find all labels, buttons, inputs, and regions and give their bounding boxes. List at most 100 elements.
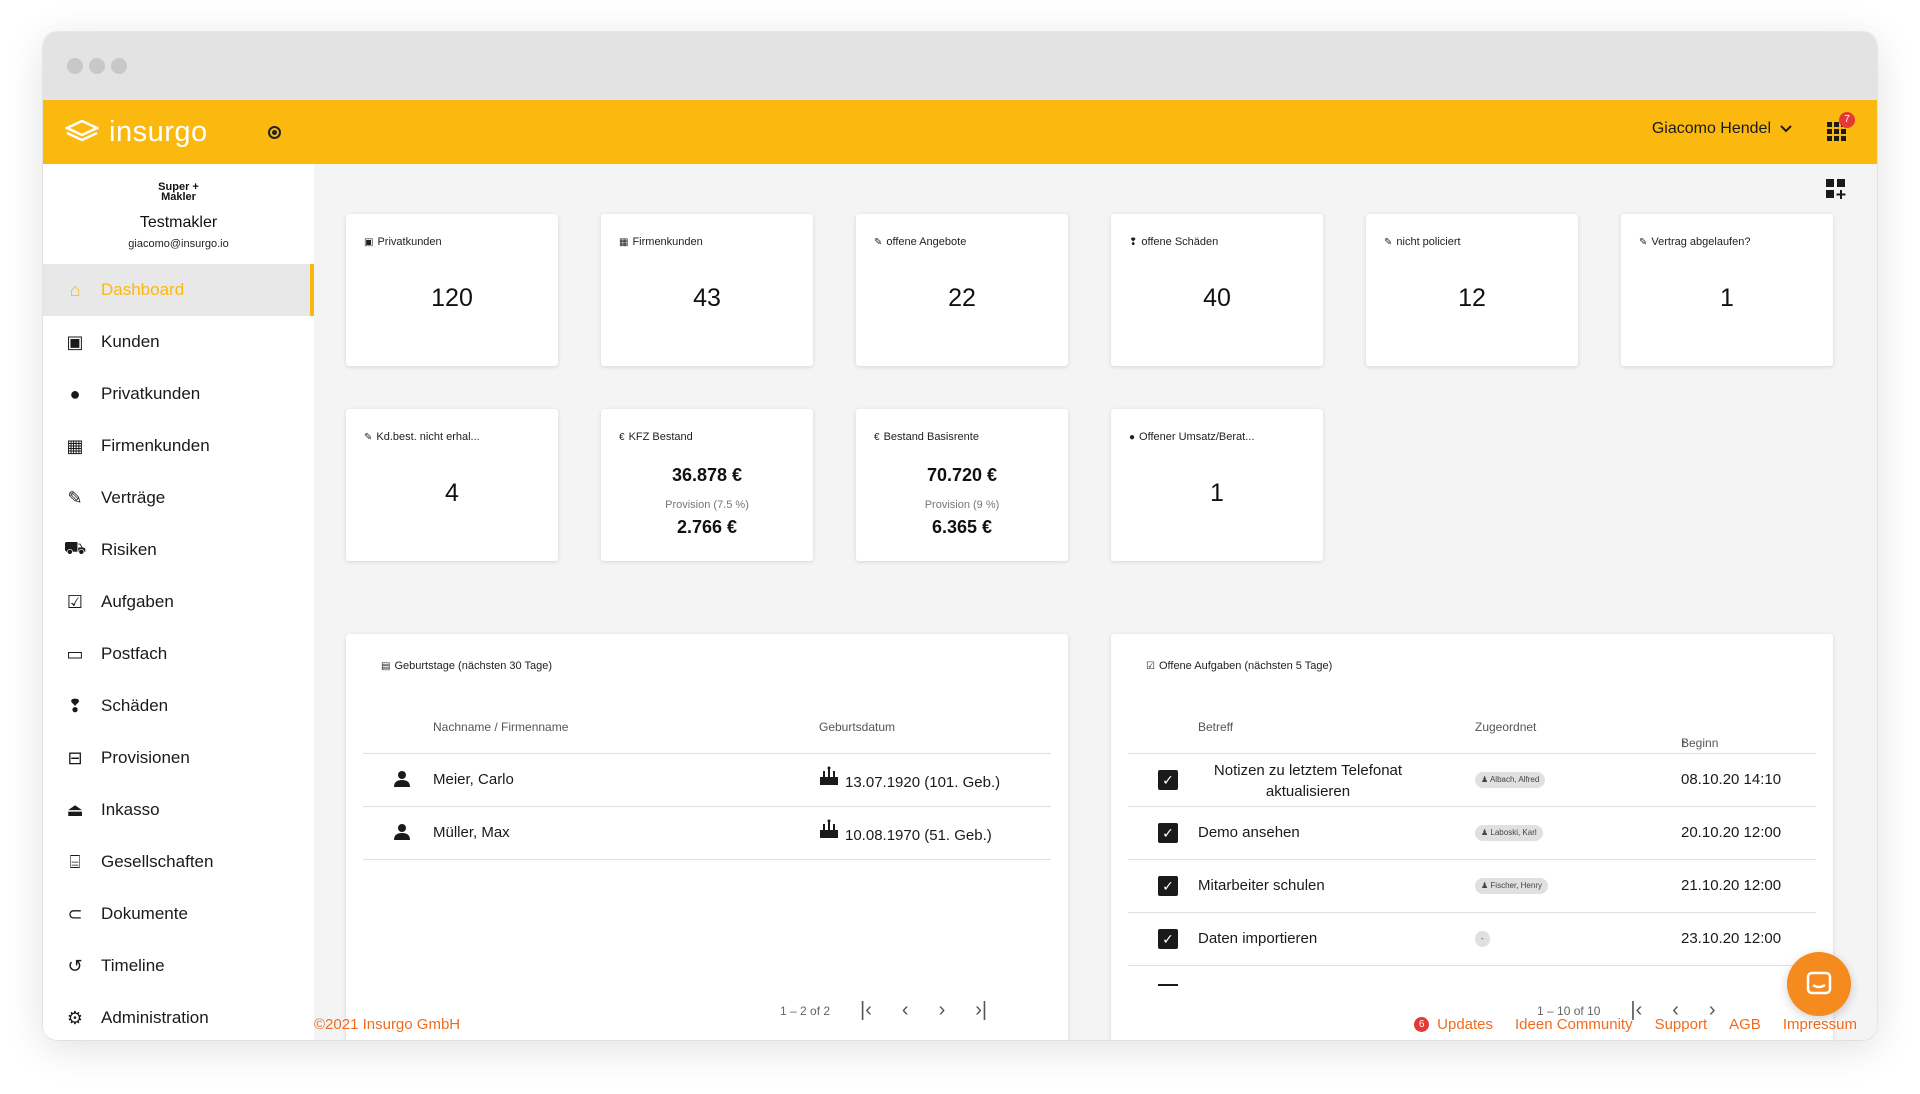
sidebar-item-inkasso[interactable]: ⏏ Inkasso xyxy=(43,784,314,836)
stat-card-offener-umsatz[interactable]: ● Offener Umsatz/Berat... 1 xyxy=(1111,409,1323,561)
sidebar-item-risiken[interactable]: ⛟ Risiken xyxy=(43,524,314,576)
user-menu[interactable]: Giacomo Hendel xyxy=(1652,120,1793,138)
sidebar-item-vertraege[interactable]: ✎ Verträge xyxy=(43,472,314,524)
stat-card-offene-schaeden[interactable]: ❢ offene Schäden 40 xyxy=(1111,214,1323,366)
home-icon: ⌂ xyxy=(69,279,81,300)
person-icon xyxy=(394,824,410,840)
stat-value: 40 xyxy=(1203,284,1231,312)
logo-icon xyxy=(65,119,99,142)
sidebar-item-label: Kunden xyxy=(101,332,160,351)
task-subject[interactable]: Mitarbeiter schulen xyxy=(1198,877,1325,894)
sidebar-item-aufgaben[interactable]: ☑ Aufgaben xyxy=(43,576,314,628)
assignee-chip[interactable]: ♟ Albach, Alfred xyxy=(1475,772,1546,788)
task-subject[interactable]: Daten importieren xyxy=(1198,930,1317,947)
add-widget-button[interactable] xyxy=(1825,178,1847,200)
stat-card-offene-angebote[interactable]: ✎ offene Angebote 22 xyxy=(856,214,1068,366)
tasks-widget: ☑ Offene Aufgaben (nächsten 5 Tage) Betre… xyxy=(1111,634,1833,1040)
customer-name[interactable]: Meier, Carlo xyxy=(433,771,514,788)
table-row[interactable]: ✓ Demo ansehen ♟ Laboski, Karl 20.10.20 … xyxy=(1128,807,1816,860)
table-row[interactable]: ✓ Daten importieren - 23.10.20 12:00 xyxy=(1128,913,1816,966)
task-done-checkbox[interactable]: ✓ xyxy=(1158,823,1178,843)
person-icon: ♟ xyxy=(1481,828,1489,837)
window-close-dot[interactable] xyxy=(67,58,83,74)
table-header: Betreff Zugeordnet Beginn ↑ xyxy=(1128,704,1816,754)
eject-icon: ⏏ xyxy=(66,799,84,820)
customer-name[interactable]: Müller, Max xyxy=(433,824,510,841)
chat-launcher-button[interactable] xyxy=(1787,952,1851,1016)
person-icon: ● xyxy=(69,383,81,404)
sidebar-item-privatkunden[interactable]: ● Privatkunden xyxy=(43,368,314,420)
sidebar-item-firmenkunden[interactable]: ▦ Firmenkunden xyxy=(43,420,314,472)
status-radio-icon[interactable] xyxy=(268,126,281,139)
birthdays-widget: ▤ Geburtstage (nächsten 30 Tage) Nachname… xyxy=(346,634,1068,1040)
support-link[interactable]: Support xyxy=(1655,1016,1708,1033)
apps-grid-button[interactable]: 7 xyxy=(1827,112,1855,144)
notification-badge: 7 xyxy=(1839,112,1855,128)
person-icon: ♟ xyxy=(1481,881,1489,890)
euro-icon: € xyxy=(874,431,880,443)
table-header: Nachname / Firmenname Geburtsdatum xyxy=(363,704,1051,754)
sidebar: Super + Makler Testmakler giacomo@insurg… xyxy=(43,164,314,1040)
impressum-link[interactable]: Impressum xyxy=(1783,1016,1857,1033)
sidebar-item-gesellschaften[interactable]: ⌸ Gesellschaften xyxy=(43,836,314,888)
stat-card-vertrag-abgelaufen[interactable]: ✎ Vertrag abgelaufen? 1 xyxy=(1621,214,1833,366)
task-start: 08.10.20 14:10 xyxy=(1681,771,1782,788)
sidebar-item-label: Inkasso xyxy=(101,800,160,819)
task-start: 20.10.20 12:00 xyxy=(1681,824,1782,841)
app-logo[interactable]: insurgo xyxy=(65,112,208,152)
dashboard-customize-icon xyxy=(1826,179,1846,199)
report-icon: ❢ xyxy=(67,695,83,716)
task-done-checkbox[interactable]: ✓ xyxy=(1158,929,1178,949)
assignee-chip[interactable]: - xyxy=(1475,931,1490,947)
stat-label: ✎ nicht policiert xyxy=(1384,236,1461,248)
sidebar-item-label: Risiken xyxy=(101,540,157,559)
stat-card-firmenkunden[interactable]: ▦ Firmenkunden 43 xyxy=(601,214,813,366)
sidebar-item-label: Provisionen xyxy=(101,748,190,767)
column-header-name[interactable]: Nachname / Firmenname xyxy=(433,720,568,734)
table-row[interactable]: ✓ Mitarbeiter schulen ♟ Fischer, Henry 2… xyxy=(1128,860,1816,913)
sidebar-item-administration[interactable]: ⚙ Administration xyxy=(43,992,314,1040)
task-done-checkbox[interactable]: ✓ xyxy=(1158,770,1178,790)
column-header-assigned[interactable]: Zugeordnet xyxy=(1475,720,1536,734)
checkbox-icon: ☑ xyxy=(66,591,84,612)
table-row[interactable]: ✓ Notizen zu letztem Telefonat aktualisi… xyxy=(1128,754,1816,807)
assignee-chip[interactable]: ♟ Fischer, Henry xyxy=(1475,878,1548,894)
stat-label: ✎ Vertrag abgelaufen? xyxy=(1639,236,1751,248)
window-maximize-dot[interactable] xyxy=(111,58,127,74)
widget-title: ▤ Geburtstage (nächsten 30 Tage) xyxy=(381,660,553,672)
agb-link[interactable]: AGB xyxy=(1729,1016,1761,1033)
updates-link[interactable]: 6 Updates xyxy=(1414,1016,1493,1033)
more-rows-indicator xyxy=(1158,984,1178,986)
stat-card-kfz-bestand[interactable]: € KFZ Bestand 36.878 € Provision (7.5 %) … xyxy=(601,409,813,561)
contact-card-icon: ▣ xyxy=(66,331,84,352)
pencil-icon: ✎ xyxy=(67,487,83,508)
task-subject[interactable]: Demo ansehen xyxy=(1198,824,1300,841)
table-row[interactable]: Meier, Carlo 13.07.1920 (101. Geb.) xyxy=(363,754,1051,807)
sidebar-item-provisionen[interactable]: ⊟ Provisionen xyxy=(43,732,314,784)
stat-card-nicht-policiert[interactable]: ✎ nicht policiert 12 xyxy=(1366,214,1578,366)
task-done-checkbox[interactable]: ✓ xyxy=(1158,876,1178,896)
risk-icon: ⛟ xyxy=(63,538,87,558)
task-subject[interactable]: Notizen zu letztem Telefonat aktualisier… xyxy=(1198,760,1418,802)
sidebar-item-kunden[interactable]: ▣ Kunden xyxy=(43,316,314,368)
stat-amount: 36.878 € xyxy=(671,465,743,485)
community-link[interactable]: Ideen Community xyxy=(1515,1016,1633,1033)
stat-card-kdbest-nicht-erhalten[interactable]: ✎ Kd.best. nicht erhal... 4 xyxy=(346,409,558,561)
stat-card-bestand-basisrente[interactable]: € Bestand Basisrente 70.720 € Provision (… xyxy=(856,409,1068,561)
page-footer: ©2021 Insurgo GmbH 6 Updates Ideen Commun… xyxy=(314,1008,1877,1040)
sidebar-item-dokumente[interactable]: ⊂ Dokumente xyxy=(43,888,314,940)
sidebar-item-timeline[interactable]: ↺ Timeline xyxy=(43,940,314,992)
window-minimize-dot[interactable] xyxy=(89,58,105,74)
sidebar-item-postfach[interactable]: ▭ Postfach xyxy=(43,628,314,680)
stat-card-privatkunden[interactable]: ▣ Privatkunden 120 xyxy=(346,214,558,366)
column-header-birthdate[interactable]: Geburtsdatum xyxy=(819,720,895,734)
table-row[interactable]: Müller, Max 10.08.1970 (51. Geb.) xyxy=(363,807,1051,860)
column-header-subject[interactable]: Betreff xyxy=(1198,720,1233,734)
sidebar-item-dashboard[interactable]: ⌂ Dashboard xyxy=(43,264,314,316)
sidebar-nav: ⌂ Dashboard ▣ Kunden ● Privatkunden ▦ Firmen… xyxy=(43,264,314,1040)
copyright-text: ©2021 Insurgo GmbH xyxy=(314,1016,461,1033)
assignee-chip[interactable]: ♟ Laboski, Karl xyxy=(1475,825,1543,841)
stat-label: ▦ Firmenkunden xyxy=(619,236,703,248)
sidebar-item-schaeden[interactable]: ❢ Schäden xyxy=(43,680,314,732)
paperclip-icon: ⊂ xyxy=(67,903,83,924)
